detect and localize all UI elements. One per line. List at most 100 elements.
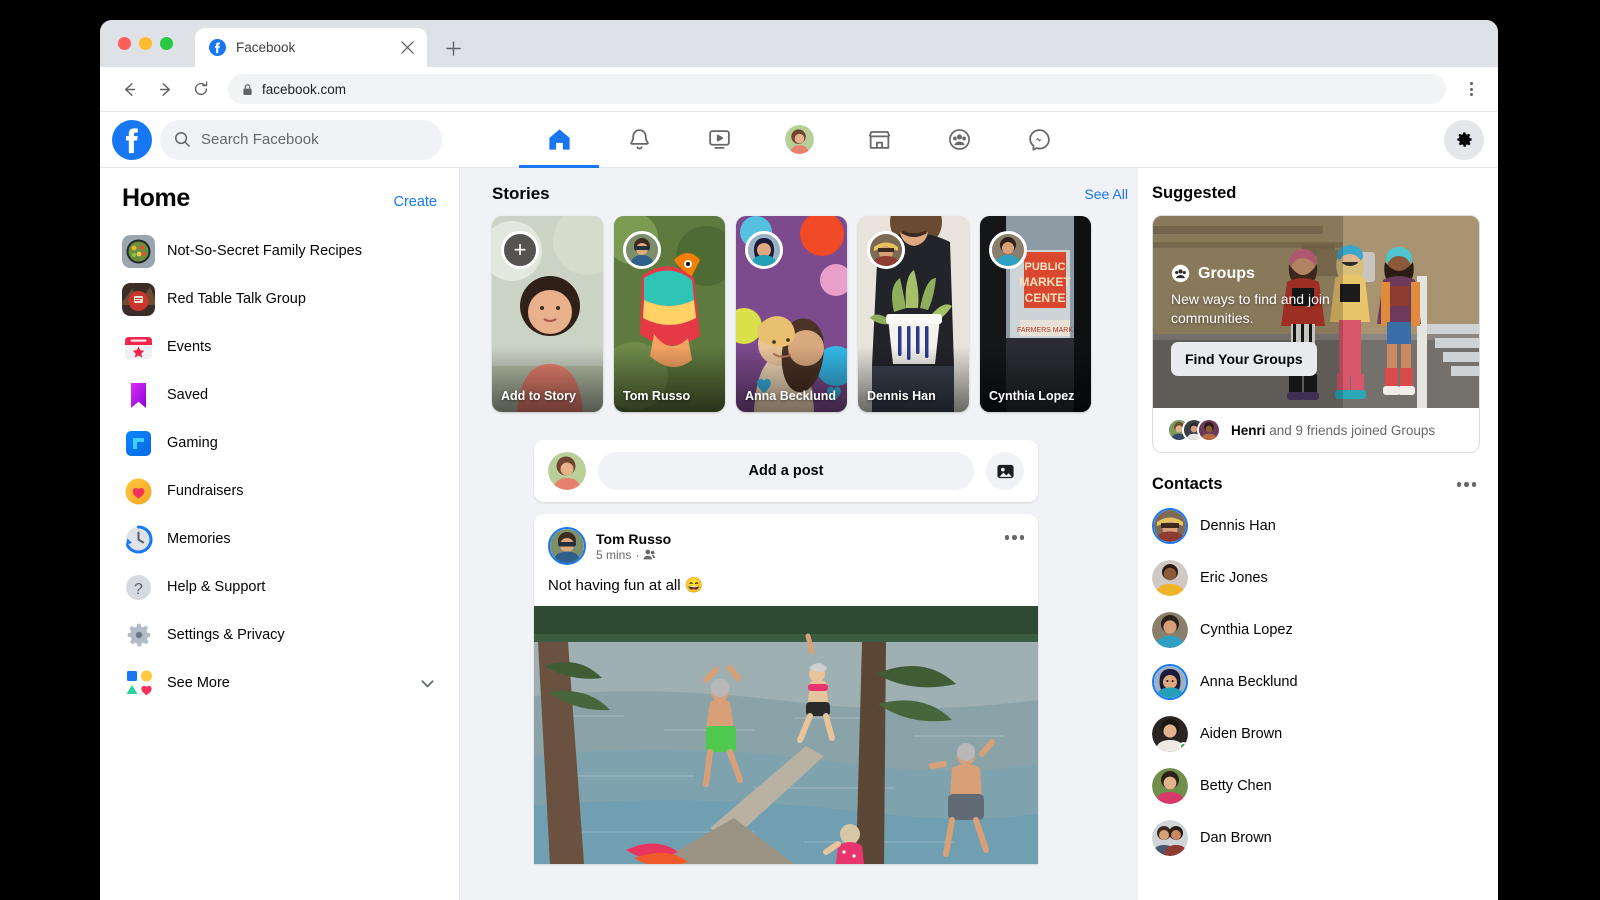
post-meta: 5 mins · xyxy=(596,548,671,562)
sidebar-item-label: Events xyxy=(167,339,211,355)
post-author-name[interactable]: Tom Russo xyxy=(596,531,671,547)
story-card-add-to-story[interactable]: + Add to Story xyxy=(492,216,603,412)
back-arrow-icon[interactable] xyxy=(114,74,144,104)
story-card-cynthia-lopez[interactable]: PUBLIC MARKET CENTE FARMERS MARK xyxy=(980,216,1091,412)
contact-name: Eric Jones xyxy=(1200,570,1268,586)
post-author-avatar[interactable] xyxy=(548,527,586,565)
sidebar-item-family-recipes[interactable]: Not-So-Secret Family Recipes xyxy=(122,227,437,275)
avatar xyxy=(1197,418,1221,442)
nav-watch[interactable] xyxy=(679,112,759,168)
sidebar-item-label: Red Table Talk Group xyxy=(167,291,306,307)
story-label: Dennis Han xyxy=(867,389,963,404)
more-options-icon[interactable] xyxy=(1005,535,1025,540)
sidebar-item-memories[interactable]: Memories xyxy=(122,515,437,563)
sidebar-item-settings-privacy[interactable]: Settings & Privacy xyxy=(122,611,437,659)
find-your-groups-button[interactable]: Find Your Groups xyxy=(1171,342,1317,376)
user-avatar[interactable] xyxy=(548,452,586,490)
nav-profile[interactable] xyxy=(759,112,839,168)
sidebar-item-saved[interactable]: Saved xyxy=(122,371,437,419)
add-post-placeholder: Add a post xyxy=(749,463,824,479)
close-icon[interactable] xyxy=(397,38,417,58)
svg-text:CENTE: CENTE xyxy=(1025,291,1066,305)
story-card-tom-russo[interactable]: Tom Russo xyxy=(614,216,725,412)
lock-icon xyxy=(242,83,253,96)
close-window-button[interactable] xyxy=(118,37,131,50)
kebab-menu-icon[interactable] xyxy=(1458,74,1484,104)
sidebar-item-label: Help & Support xyxy=(167,579,265,595)
avatar xyxy=(1152,612,1188,648)
nav-groups[interactable] xyxy=(919,112,999,168)
story-avatar xyxy=(745,231,783,269)
forward-arrow-icon[interactable] xyxy=(150,74,180,104)
nav-notifications[interactable] xyxy=(599,112,679,168)
maximize-window-button[interactable] xyxy=(160,37,173,50)
suggested-footer-text: Henri and 9 friends joined Groups xyxy=(1231,423,1435,438)
search-input[interactable]: Search Facebook xyxy=(160,120,442,160)
stories-title: Stories xyxy=(492,184,550,204)
home-icon xyxy=(546,126,573,153)
facebook-icon xyxy=(209,39,226,56)
video-screen-icon xyxy=(707,127,732,152)
sidebar-item-label: Fundraisers xyxy=(167,483,244,499)
sidebar-item-label: Settings & Privacy xyxy=(167,627,285,643)
add-post-input[interactable]: Add a post xyxy=(598,452,974,490)
reload-icon[interactable] xyxy=(186,74,216,104)
sidebar-item-see-more[interactable]: See More xyxy=(122,659,437,707)
contact-aiden-brown[interactable]: Aiden Brown xyxy=(1152,708,1480,760)
add-photo-button[interactable] xyxy=(986,452,1024,490)
minimize-window-button[interactable] xyxy=(139,37,152,50)
contact-dennis-han[interactable]: Dennis Han xyxy=(1152,500,1480,552)
group-photo-thumbnail xyxy=(122,235,155,268)
suggested-footer-bold: Henri xyxy=(1231,423,1266,438)
contact-betty-chen[interactable]: Betty Chen xyxy=(1152,760,1480,812)
tab-title: Facebook xyxy=(236,40,387,55)
story-card-anna-becklund[interactable]: Anna Becklund xyxy=(736,216,847,412)
story-label: Cynthia Lopez xyxy=(989,389,1085,404)
stories-header: Stories See All xyxy=(460,184,1138,204)
plus-icon[interactable]: + xyxy=(501,231,539,269)
sidebar-item-help-support[interactable]: ? Help & Support xyxy=(122,563,437,611)
contact-anna-becklund[interactable]: Anna Becklund xyxy=(1152,656,1480,708)
nav-marketplace[interactable] xyxy=(839,112,919,168)
sidebar-item-gaming[interactable]: Gaming xyxy=(122,419,437,467)
facebook-logo-icon[interactable] xyxy=(112,120,152,160)
avatar xyxy=(1152,716,1188,752)
see-more-shapes-icon xyxy=(122,667,155,700)
new-tab-button[interactable] xyxy=(439,34,467,62)
sidebar-item-label: Saved xyxy=(167,387,208,403)
create-link[interactable]: Create xyxy=(393,194,437,210)
contact-cynthia-lopez[interactable]: Cynthia Lopez xyxy=(1152,604,1480,656)
story-label: Anna Becklund xyxy=(745,389,841,404)
messenger-icon xyxy=(1027,127,1052,152)
suggested-banner-image: Groups New ways to find and join communi… xyxy=(1153,216,1479,408)
sidebar-header: Home Create xyxy=(122,184,437,213)
suggested-overlay: Groups New ways to find and join communi… xyxy=(1171,264,1356,376)
settings-button[interactable] xyxy=(1444,120,1484,160)
contact-eric-jones[interactable]: Eric Jones xyxy=(1152,552,1480,604)
sidebar-item-red-table-talk[interactable]: Red Table Talk Group xyxy=(122,275,437,323)
post-text: Not having fun at all 😄 xyxy=(534,565,1038,606)
sidebar-item-events[interactable]: Events xyxy=(122,323,437,371)
nav-home[interactable] xyxy=(519,112,599,168)
post-image[interactable] xyxy=(534,606,1038,864)
address-bar[interactable]: facebook.com xyxy=(228,74,1446,104)
stories-carousel: + Add to Story xyxy=(460,216,1138,412)
contacts-more-options-icon[interactable] xyxy=(1457,482,1481,487)
suggested-footer-rest: and 9 friends joined Groups xyxy=(1266,423,1436,438)
svg-text:MARKET: MARKET xyxy=(1019,275,1071,289)
avatar xyxy=(1152,560,1188,596)
story-label: Tom Russo xyxy=(623,389,719,404)
sidebar-item-fundraisers[interactable]: Fundraisers xyxy=(122,467,437,515)
suggested-groups-card[interactable]: Groups New ways to find and join communi… xyxy=(1152,215,1480,453)
avatar xyxy=(1152,820,1188,856)
browser-tab[interactable]: Facebook xyxy=(195,28,427,67)
chevron-down-icon[interactable] xyxy=(418,674,437,693)
contact-name: Anna Becklund xyxy=(1200,674,1298,690)
online-status-indicator xyxy=(1179,742,1188,751)
contact-dan-brown[interactable]: Dan Brown xyxy=(1152,812,1480,864)
friends-audience-icon[interactable] xyxy=(643,548,656,561)
left-sidebar: Home Create Not-So-Secret Family Recipes… xyxy=(100,168,460,900)
stories-see-all-link[interactable]: See All xyxy=(1084,186,1128,202)
nav-messenger[interactable] xyxy=(999,112,1079,168)
story-card-dennis-han[interactable]: Dennis Han xyxy=(858,216,969,412)
